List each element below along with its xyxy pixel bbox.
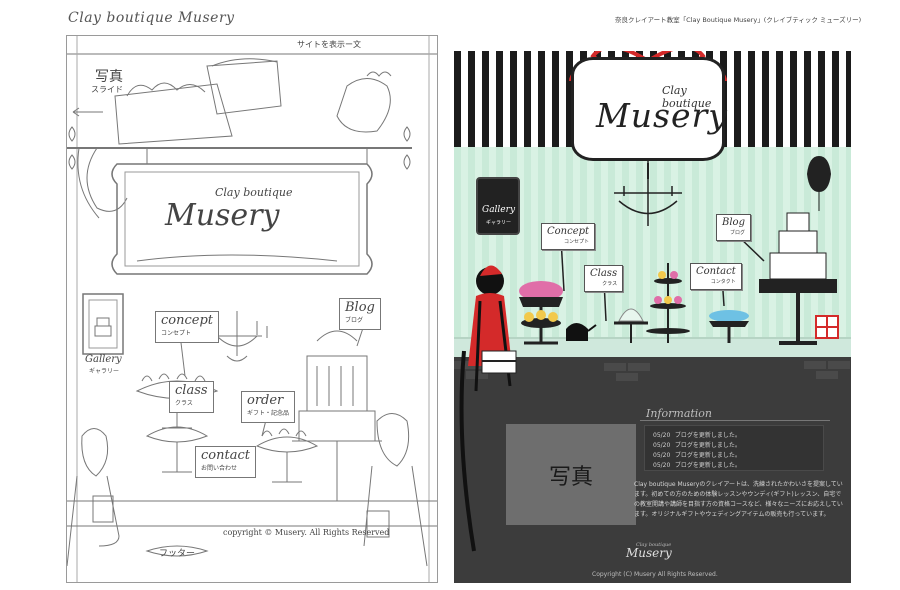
- sketch-label-contact: contact お問い合わせ: [195, 446, 256, 478]
- sketch-wedding-cake: [292, 355, 382, 442]
- sketch-chandelier: [212, 311, 262, 362]
- site-description: Clay boutique Museryのクレイアートは、洗練されたかわいさを提…: [634, 481, 843, 518]
- sketch-gift: [336, 78, 391, 133]
- sketch-label-concept: concept コンセプト: [155, 311, 219, 343]
- logo-sign[interactable]: Clay boutique Musery: [571, 57, 728, 161]
- sketch-gallery-label: Gallery: [85, 354, 122, 365]
- red-gift: [815, 315, 839, 339]
- sketch-label-blog: Blog ブログ: [339, 298, 381, 330]
- sketch-slide-label: スライド: [91, 85, 123, 94]
- footer-logo: Musery: [626, 546, 672, 560]
- sketch-label-order: order ギフト・記念品: [241, 391, 296, 423]
- news-item[interactable]: 05/20 ブログを更新しました。: [653, 460, 741, 469]
- photo-label: 写真: [548, 464, 593, 490]
- teapot-icon: [566, 323, 597, 341]
- photo-slideshow[interactable]: 写真: [506, 424, 636, 525]
- final-design: Clay boutique Musery Gallery ギャラリー Conce…: [454, 51, 851, 583]
- sketch-title: Clay boutique Musery: [68, 10, 235, 26]
- nav-blog[interactable]: Blog ブログ: [716, 214, 751, 241]
- sketch-gallery-sub: ギャラリー: [89, 368, 120, 375]
- final-caption: 奈良クレイアート教室「Clay Boutique Musery」(クレイブティッ…: [615, 16, 862, 24]
- cake-stand-1: [519, 281, 563, 345]
- nav-contact[interactable]: Contact コンタクト: [690, 263, 742, 290]
- girl-silhouette: [459, 265, 512, 552]
- copyright: Copyright (C) Musery All Rights Reserved…: [592, 571, 718, 578]
- nav-concept[interactable]: Concept コンセプト: [541, 223, 596, 250]
- sketch-photo-label: 写真: [95, 69, 123, 85]
- nav-class[interactable]: Class クラス: [584, 265, 624, 292]
- wall-ornament-icon: [807, 156, 831, 211]
- information-title: Information: [646, 407, 713, 420]
- cake-dome: [614, 308, 648, 343]
- sketch-wireframe: サイトを表示ー文 写真 スライド Clay boutique Musery Ga…: [66, 35, 438, 583]
- gallery-sub: ギャラリー: [486, 220, 512, 226]
- news-item[interactable]: 05/20 ブログを更新しました。: [653, 450, 741, 459]
- chandelier-icon: [614, 151, 682, 226]
- sketch-girl-left: [81, 428, 109, 477]
- sketch-cake-1: [114, 83, 233, 145]
- logo-text: Musery: [596, 96, 728, 135]
- cake-stand-2: [709, 310, 749, 343]
- sketch-cake-stand-3: [255, 436, 319, 483]
- sketch-footer-label: フッター: [159, 549, 196, 559]
- gallery-button[interactable]: Gallery ギャラリー: [476, 177, 520, 235]
- information-divider: [640, 420, 830, 421]
- news-item[interactable]: 05/20 ブログを更新しました。: [653, 440, 741, 449]
- sketch-note-top: サイトを表示ー文: [297, 40, 361, 49]
- sketch-logo-big: Musery: [165, 198, 280, 233]
- sketch-girl-right: [376, 413, 410, 467]
- sketch-arrow-icon: [72, 107, 103, 117]
- news-list: 05/20 ブログを更新しました。 05/20 ブログを更新しました。 05/2…: [644, 425, 824, 471]
- news-item[interactable]: 05/20 ブログを更新しました。: [653, 430, 741, 439]
- sketch-drawing: [67, 36, 437, 582]
- gallery-label: Gallery: [482, 205, 516, 215]
- sketch-label-class: class クラス: [169, 381, 214, 413]
- sketch-copyright: copyright © Musery. All Rights Reserved: [223, 528, 390, 537]
- cupcake-tower: [646, 263, 690, 343]
